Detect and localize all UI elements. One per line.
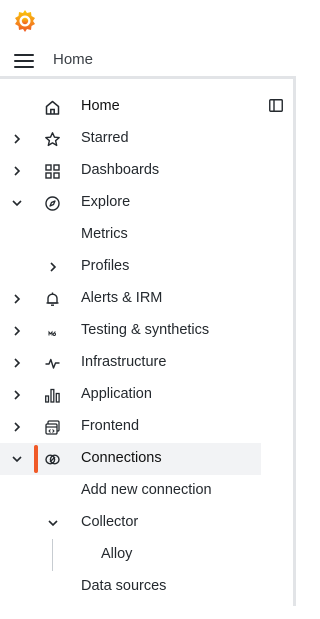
- nav-item-frontend[interactable]: Frontend: [0, 411, 293, 443]
- connections-icon: [44, 451, 61, 468]
- nav-item-infrastructure[interactable]: Infrastructure: [0, 347, 293, 379]
- nav-item-label: Infrastructure: [81, 354, 167, 370]
- heartbeat-icon: [44, 355, 61, 372]
- nav-item-label: Collector: [81, 514, 139, 530]
- nav-item-label: Add new connection: [81, 482, 212, 498]
- home-icon: [44, 99, 61, 116]
- nav-item-dashboards[interactable]: Dashboards: [0, 155, 293, 187]
- nav-item-alloy[interactable]: Alloy: [0, 539, 293, 571]
- top-bar: Home: [0, 44, 310, 76]
- breadcrumb[interactable]: Home: [53, 51, 93, 68]
- chevron-right-icon[interactable]: [10, 292, 24, 306]
- nav-item-alerts[interactable]: Alerts & IRM: [0, 283, 293, 315]
- nav-item-label: Application: [81, 386, 152, 402]
- chevron-right-icon[interactable]: [10, 388, 24, 402]
- hamburger-menu-icon[interactable]: [14, 53, 36, 69]
- nav-item-label: Connections: [81, 450, 162, 466]
- chevron-down-icon[interactable]: [46, 516, 60, 530]
- nav-item-label: Alloy: [101, 546, 133, 562]
- nav-item-label: Dashboards: [81, 162, 160, 178]
- grafana-logo-icon[interactable]: [12, 8, 38, 34]
- nav-item-metrics[interactable]: Metrics: [0, 219, 293, 251]
- bell-icon: [44, 291, 61, 308]
- nav-item-testing[interactable]: Testing & synthetics: [0, 315, 293, 347]
- chevron-right-icon[interactable]: [46, 260, 60, 274]
- nav-item-connections[interactable]: Connections: [0, 443, 261, 475]
- chevron-right-icon[interactable]: [10, 132, 24, 146]
- k6-icon: [44, 323, 61, 340]
- chevron-right-icon[interactable]: [10, 356, 24, 370]
- nav-item-profiles[interactable]: Profiles: [0, 251, 293, 283]
- dock-menu-icon[interactable]: [269, 99, 283, 112]
- nav-item-data-sources[interactable]: Data sources: [0, 571, 293, 603]
- nav-item-label: Testing & synthetics: [81, 322, 210, 338]
- active-indicator: [34, 445, 38, 473]
- nav-item-label: Explore: [81, 194, 131, 210]
- nav-item-add-new-connection[interactable]: Add new connection: [0, 475, 293, 507]
- chevron-right-icon[interactable]: [10, 324, 24, 338]
- nav-item-label: Starred: [81, 130, 129, 146]
- chevron-down-icon[interactable]: [10, 452, 24, 466]
- compass-icon: [44, 195, 61, 212]
- bar-chart-icon: [44, 387, 61, 404]
- chevron-right-icon[interactable]: [10, 420, 24, 434]
- chevron-right-icon[interactable]: [10, 164, 24, 178]
- chevron-down-icon[interactable]: [10, 196, 24, 210]
- nav-item-home[interactable]: Home: [0, 91, 293, 123]
- nav-item-label: Profiles: [81, 258, 130, 274]
- nav-item-label: Data sources: [81, 578, 167, 594]
- frontend-icon: [44, 419, 61, 436]
- nav-item-explore[interactable]: Explore: [0, 187, 293, 219]
- nav-menu: Home Starred Dashboards Explore Metrics …: [0, 76, 296, 606]
- nav-item-application[interactable]: Application: [0, 379, 293, 411]
- nav-item-collector[interactable]: Collector: [0, 507, 293, 539]
- star-icon: [44, 131, 61, 148]
- nav-item-label: Home: [81, 98, 120, 114]
- nav-item-label: Metrics: [81, 226, 128, 242]
- dashboards-grid-icon: [44, 163, 61, 180]
- nav-item-starred[interactable]: Starred: [0, 123, 293, 155]
- nav-item-label: Frontend: [81, 418, 140, 434]
- nav-item-label: Alerts & IRM: [81, 290, 163, 306]
